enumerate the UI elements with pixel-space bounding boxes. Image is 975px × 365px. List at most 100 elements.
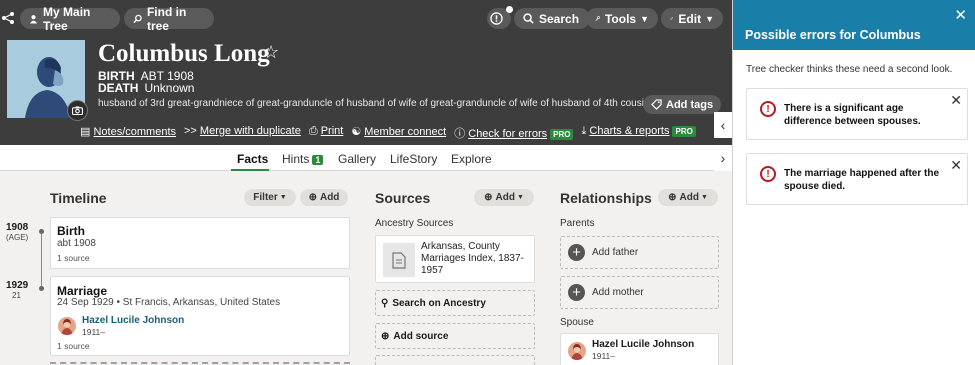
spouse-name: Hazel Lucile Johnson	[592, 339, 695, 350]
spouse-section-label: Spouse	[560, 317, 594, 328]
action-links: ▤ Notes/comments >> Merge with duplicate…	[80, 125, 696, 141]
pro-badge: PRO	[550, 129, 574, 140]
error-alert-icon: !	[760, 101, 776, 117]
notes-comments-link[interactable]: ▤ Notes/comments	[80, 125, 176, 141]
ancestry-sources-label: Ancestry Sources	[375, 218, 454, 229]
sources-add-label: Add	[495, 192, 515, 203]
timeline-dot	[39, 286, 44, 291]
plus-icon: +	[568, 244, 585, 261]
timeline-filter-button[interactable]: Filter ▼	[244, 189, 296, 206]
errors-panel-header: Possible errors for Columbus ✕	[733, 0, 975, 50]
print-link[interactable]: ⎙ Print	[309, 125, 344, 141]
camera-icon	[72, 106, 83, 115]
source-title: Arkansas, County Marriages Index, 1837-1…	[421, 241, 524, 276]
charts-reports-link[interactable]: ⤓ Charts & reports PRO	[581, 125, 696, 141]
sources-add-button[interactable]: ⊕ Add ▼	[474, 189, 534, 206]
add-tags-label: Add tags	[666, 98, 714, 111]
find-in-tree-button[interactable]: Find in tree	[124, 5, 214, 33]
pro-badge: PRO	[672, 126, 696, 137]
spouse-card[interactable]: Hazel Lucile Johnson 1911–	[560, 333, 719, 365]
marriage-source-count[interactable]: 1 source	[57, 341, 90, 351]
search-icon: ⚲	[381, 297, 389, 309]
merge-duplicate-label: Merge with duplicate	[199, 125, 301, 137]
female-silhouette-icon	[571, 344, 583, 360]
relationship-text: husband of 3rd great-grandniece of great…	[98, 98, 650, 109]
chevron-left-icon: ‹	[720, 117, 726, 133]
profile-header: Columbus Long ☆ BIRTH ABT 1908 DEATH Unkno…	[0, 36, 732, 145]
tree-structure-icon[interactable]	[0, 10, 16, 26]
tab-gallery[interactable]: Gallery	[338, 152, 376, 166]
plus-circle-icon: ⊕	[484, 192, 493, 203]
member-connect-link[interactable]: ☯ Member connect	[351, 125, 446, 141]
tab-lifestory[interactable]: LifeStory	[390, 152, 437, 166]
star-icon[interactable]: ☆	[263, 42, 279, 63]
relationships-title: Relationships	[560, 190, 652, 206]
spouse-avatar[interactable]	[58, 317, 76, 335]
hints-count-badge: 1	[312, 155, 324, 165]
camera-button[interactable]	[67, 100, 88, 121]
plus-circle-icon: ⊕	[668, 192, 677, 203]
marriage-event-title: Marriage	[57, 284, 108, 298]
tab-facts[interactable]: Facts	[237, 152, 268, 166]
timeline-add-label: Add	[319, 192, 340, 203]
tree-selector-label: My Main Tree	[43, 4, 91, 33]
tab-hints[interactable]: Hints 1	[282, 152, 324, 166]
parents-label: Parents	[560, 218, 595, 229]
search-button[interactable]: Search	[514, 8, 590, 29]
plus-icon: +	[568, 284, 585, 301]
relationships-add-label: Add	[679, 192, 699, 203]
people-icon: ☯	[351, 126, 362, 138]
alert-button[interactable]	[487, 6, 513, 29]
edit-label: Edit	[678, 11, 702, 26]
additional-source-button[interactable]	[375, 355, 535, 365]
add-father-button[interactable]: + Add father	[560, 236, 719, 269]
timeline-line	[41, 231, 42, 288]
birth-event-title: Birth	[57, 224, 85, 238]
expand-right-button[interactable]: ›	[714, 145, 732, 171]
dismiss-error-icon[interactable]: ✕	[950, 92, 962, 109]
chevron-down-icon: ▼	[279, 194, 287, 201]
search-icon	[523, 13, 534, 24]
errors-panel-title: Possible errors for Columbus	[745, 28, 921, 42]
timeline-add-button[interactable]: ⊕ Add	[300, 189, 348, 206]
marriage-event-card[interactable]: Marriage 24 Sep 1929 • St Francis, Arkan…	[50, 276, 350, 356]
dismiss-error-icon[interactable]: ✕	[950, 157, 962, 174]
add-mother-label: Add mother	[592, 287, 644, 298]
tab-hints-label: Hints	[282, 152, 310, 166]
relationships-add-button[interactable]: ⊕ Add ▼	[658, 189, 718, 206]
search-ancestry-button[interactable]: ⚲ Search on Ancestry	[375, 290, 535, 316]
birth-event-date: abt 1908	[57, 238, 96, 249]
merge-icon: >>	[184, 125, 197, 137]
source-card[interactable]: Arkansas, County Marriages Index, 1837-1…	[375, 235, 535, 283]
birth-source-count[interactable]: 1 source	[57, 253, 90, 263]
member-connect-label: Member connect	[364, 126, 447, 138]
tools-button[interactable]: Tools ▼	[586, 8, 658, 29]
profile-tabs: Facts Hints 1 Gallery LifeStory Explore	[0, 145, 732, 171]
errors-panel-intro: Tree checker thinks these need a second …	[746, 64, 953, 75]
add-mother-button[interactable]: + Add mother	[560, 276, 719, 309]
timeline-title: Timeline	[50, 190, 107, 206]
tab-explore[interactable]: Explore	[451, 152, 492, 166]
spouse-years: 1911–	[592, 351, 616, 361]
add-tags-button[interactable]: Add tags	[643, 95, 722, 114]
collapse-left-button[interactable]: ‹	[714, 112, 732, 138]
person-name: Columbus Long	[98, 40, 270, 67]
birth-event-card[interactable]: Birth abt 1908 1 source	[50, 217, 350, 269]
add-father-label: Add father	[592, 247, 639, 258]
charts-reports-label: Charts & reports	[589, 125, 670, 137]
chevron-down-icon: ▼	[700, 194, 708, 201]
marriage-age: 21	[12, 291, 21, 300]
sources-title: Sources	[375, 190, 431, 206]
merge-duplicate-link[interactable]: >> Merge with duplicate	[184, 125, 301, 141]
check-errors-link[interactable]: ⓘ Check for errors PRO	[454, 125, 574, 141]
tools-label: Tools	[604, 11, 637, 26]
death-label: DEATH	[98, 81, 139, 95]
close-icon[interactable]: ✕	[954, 6, 967, 24]
add-source-button[interactable]: ⊕ Add source	[375, 323, 535, 349]
chevron-down-icon: ▼	[640, 13, 649, 24]
marriage-spouse-link[interactable]: Hazel Lucile Johnson	[82, 315, 184, 326]
edit-button[interactable]: Edit ▼	[661, 8, 723, 29]
notes-comments-label: Notes/comments	[93, 126, 176, 138]
search-ancestry-label: Search on Ancestry	[392, 297, 486, 309]
tree-selector-button[interactable]: My Main Tree	[20, 5, 120, 33]
